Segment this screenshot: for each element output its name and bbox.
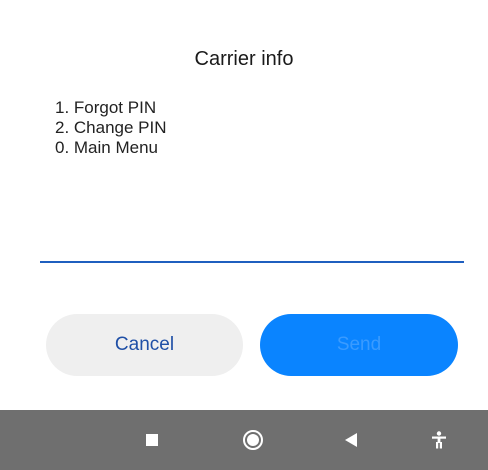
message-line-main-menu: 0. Main Menu [55,138,158,157]
recents-square-icon[interactable] [140,410,164,470]
dialog-title: Carrier info [194,48,294,70]
system-navigation-bar [0,410,488,470]
ussd-message: 1. Forgot PIN 2. Change PIN 0. Main Menu [55,98,435,158]
screen: Carrier info 1. Forgot PIN 2. Change PIN… [0,0,488,470]
message-line-forgot-pin: 1. Forgot PIN [55,98,157,117]
accessibility-icon[interactable] [428,410,450,470]
back-triangle-icon[interactable] [342,410,360,470]
carrier-dialog: Carrier info 1. Forgot PIN 2. Change PIN… [0,0,488,410]
cancel-button[interactable]: Cancel [46,314,243,376]
message-line-change-pin: 2. Change PIN [55,118,167,137]
response-input[interactable] [40,261,464,263]
send-button[interactable]: Send [260,314,458,376]
home-circle-icon[interactable] [240,410,266,470]
